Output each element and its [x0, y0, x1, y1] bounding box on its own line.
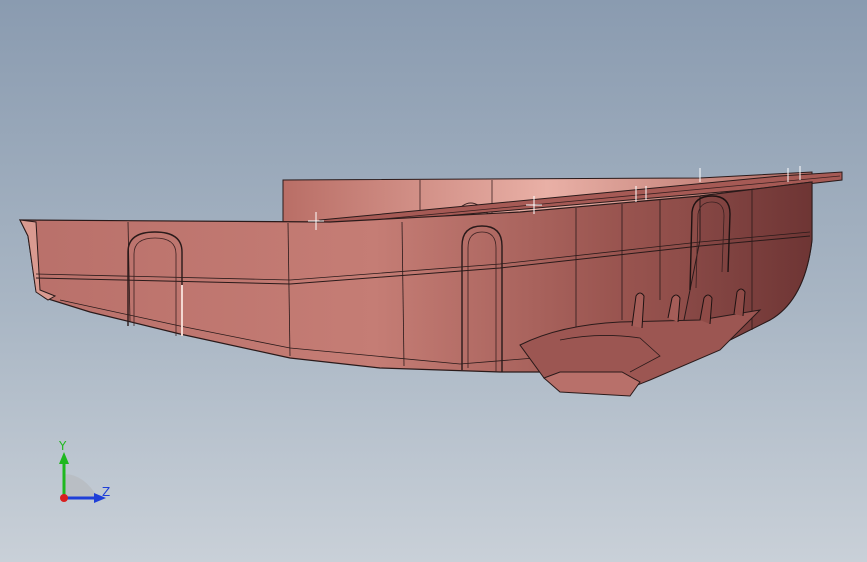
sump-floor: [543, 371, 641, 397]
y-axis-label: Y: [58, 440, 67, 453]
triad-plane: [64, 474, 98, 498]
graphics-viewport[interactable]: Y Z: [0, 0, 867, 562]
y-axis-arrow: [59, 452, 69, 464]
x-axis-origin: [60, 494, 68, 502]
z-axis-label: Z: [102, 485, 110, 499]
orientation-triad[interactable]: Y Z: [40, 440, 130, 520]
part-model[interactable]: [0, 0, 867, 562]
